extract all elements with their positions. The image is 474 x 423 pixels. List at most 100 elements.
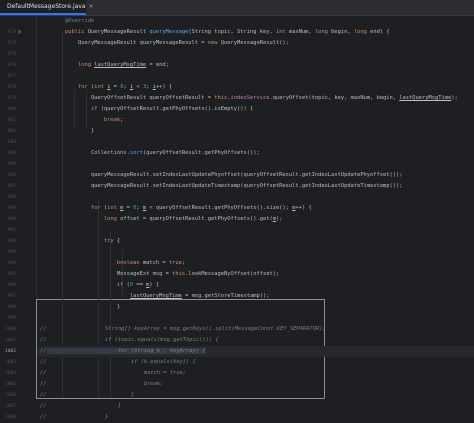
code-token: for (String k : keyArray) {: [47, 348, 206, 354]
code-token: int: [94, 84, 107, 90]
line-number: 1005: [0, 379, 16, 390]
tab-default-message-store[interactable]: DefaultMessageStore.java ×: [0, 0, 86, 15]
code-token: [52, 29, 65, 35]
code-line[interactable]: long offset = queryOffsetResult.getPhyOf…: [52, 214, 474, 225]
code-line[interactable]: queryMessageResult.setIndexLastUpdatePhy…: [52, 170, 474, 181]
code-token: int: [107, 205, 120, 211]
code-line[interactable]: [52, 71, 474, 82]
code-token: QueryMessageResult: [88, 29, 150, 35]
line-number: 1000: [0, 324, 16, 335]
line-number: 973: [0, 27, 16, 38]
line-number: 998: [0, 302, 16, 313]
code-line[interactable]: long lastQueryMsgTime = end;: [52, 60, 474, 71]
line-number: 985: [0, 159, 16, 170]
code-token: }: [52, 128, 94, 134]
code-token: {: [117, 238, 120, 244]
code-token: );: [451, 95, 458, 101]
code-line[interactable]: // }: [40, 401, 474, 412]
code-token: MessageExt msg =: [52, 271, 172, 277]
code-line[interactable]: try {: [52, 236, 474, 247]
code-token: [52, 238, 104, 244]
line-number: 1003: [0, 357, 16, 368]
code-line[interactable]: // for (String k : keyArray) {: [40, 346, 474, 357]
line-number: 988: [0, 192, 16, 203]
code-token: if: [117, 282, 127, 288]
code-token: try: [104, 238, 117, 244]
code-token: [52, 293, 130, 299]
code-token: public: [65, 29, 88, 35]
code-token: =: [123, 205, 133, 211]
code-line[interactable]: break;: [52, 115, 474, 126]
code-token: ==: [133, 282, 146, 288]
code-line[interactable]: QueryOffsetResult queryOffsetResult = th…: [52, 93, 474, 104]
code-token: }: [47, 403, 122, 409]
code-line[interactable]: // if (k.equals(key)) {: [40, 357, 474, 368]
code-line[interactable]: QueryMessageResult queryMessageResult = …: [52, 38, 474, 49]
code-token: ) {: [149, 282, 159, 288]
close-tab-icon[interactable]: ×: [89, 3, 94, 10]
line-number: 994: [0, 258, 16, 269]
code-token: [52, 282, 117, 288]
code-line[interactable]: }: [52, 302, 474, 313]
code-token: (queryOffsetResult.getPhyOffsets());: [143, 150, 260, 156]
code-line[interactable]: [52, 159, 474, 170]
line-number: 982: [0, 126, 16, 137]
line-number: 984: [0, 148, 16, 159]
code-line[interactable]: // match = true;: [40, 368, 474, 379]
code-line[interactable]: boolean match = true;: [52, 258, 474, 269]
code-line[interactable]: lastQueryMsgTime = msg.getStoreTimestamp…: [52, 291, 474, 302]
code-line[interactable]: [52, 247, 474, 258]
code-line[interactable]: queryMessageResult.setIndexLastUpdateTim…: [52, 181, 474, 192]
line-number: 979: [0, 93, 16, 104]
code-line[interactable]: MessageExt msg = this.lookMessageByOffse…: [52, 269, 474, 280]
code-line[interactable]: }: [52, 126, 474, 137]
line-number: 992: [0, 236, 16, 247]
code-line[interactable]: // if (topic.equals(msg.getTopic())) {: [40, 335, 474, 346]
code-line[interactable]: [52, 49, 474, 60]
override-gutter-icon[interactable]: @: [18, 27, 26, 38]
code-line[interactable]: if (0 == m) {: [52, 280, 474, 291]
code-token: QueryOffsetResult queryOffsetResult =: [52, 95, 214, 101]
code-token: [52, 106, 91, 112]
tab-file-name: DefaultMessageStore.java: [7, 3, 86, 10]
code-token: }: [47, 392, 135, 398]
line-number: 983: [0, 137, 16, 148]
line-number: 1004: [0, 368, 16, 379]
code-line[interactable]: [52, 313, 474, 324]
line-number: 1001: [0, 335, 16, 346]
code-line[interactable]: if (queryOffsetResult.getPhyOffsets().is…: [52, 104, 474, 115]
line-number: 1006: [0, 390, 16, 401]
code-line[interactable]: // }: [40, 390, 474, 401]
code-token: = msg.getStoreTimestamp();: [182, 293, 270, 299]
code-token: int: [276, 29, 289, 35]
editor-tab-bar: DefaultMessageStore.java ×: [0, 0, 474, 16]
code-line[interactable]: [52, 137, 474, 148]
code-line[interactable]: for (int m = 0; m < queryOffsetResult.ge…: [52, 203, 474, 214]
code-token: QueryMessageResult queryMessageResult =: [52, 40, 208, 46]
code-token: }: [52, 304, 120, 310]
code-token: break: [104, 117, 120, 123]
line-number: 995: [0, 269, 16, 280]
code-token: ++) {: [295, 205, 311, 211]
line-number: 997: [0, 291, 16, 302]
code-token: indexService: [231, 95, 270, 101]
code-line[interactable]: // String[] keyArray = msg.getKeys().spl…: [40, 324, 474, 335]
code-token: long: [354, 29, 370, 35]
code-token: maxNum,: [289, 29, 315, 35]
code-line[interactable]: for (int i = 0; i < 3; i++) {: [52, 82, 474, 93]
code-line[interactable]: [52, 192, 474, 203]
line-number: 981: [0, 115, 16, 126]
code-line[interactable]: // break;: [40, 379, 474, 390]
line-number: 993: [0, 247, 16, 258]
code-line[interactable]: @Override: [52, 16, 474, 27]
code-line[interactable]: public QueryMessageResult queryMessage(S…: [52, 27, 474, 38]
code-line[interactable]: Collections.sort(queryOffsetResult.getPh…: [52, 148, 474, 159]
line-number: 1007: [0, 401, 16, 412]
code-line[interactable]: [52, 225, 474, 236]
code-token: if (k.equals(key)) {: [47, 359, 196, 365]
code-line[interactable]: // }: [40, 412, 474, 423]
line-number: 975: [0, 49, 16, 60]
code-token: =: [110, 84, 120, 90]
code-token: long: [315, 29, 331, 35]
code-token: [52, 62, 78, 68]
